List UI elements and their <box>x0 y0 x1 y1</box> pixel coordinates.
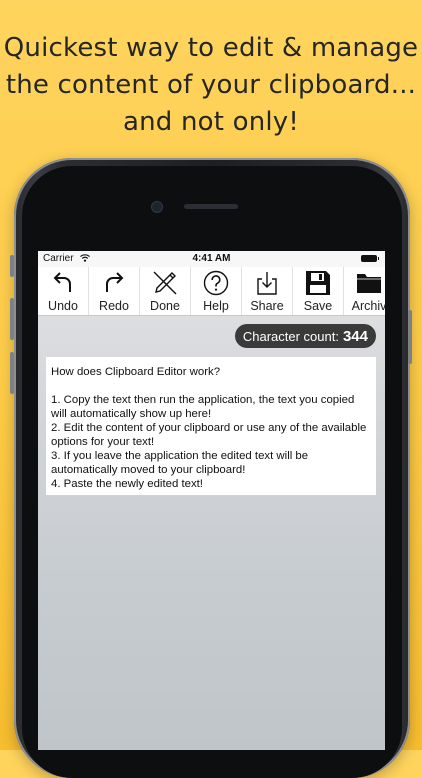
done-button[interactable]: Done <box>140 267 191 315</box>
character-count-label: Character count: <box>242 328 339 344</box>
help-button[interactable]: Help <box>191 267 242 315</box>
character-count-value: 344 <box>342 327 368 345</box>
undo-button[interactable]: Undo <box>38 267 89 315</box>
headline: Quickest way to edit & manage the conten… <box>0 30 422 141</box>
editor-line: 3. If you leave the application the edit… <box>51 450 312 476</box>
volume-up-button <box>10 298 14 340</box>
editor-line: 2. Edit the content of your clipboard or… <box>51 422 370 448</box>
undo-label: Undo <box>48 299 78 313</box>
save-button[interactable]: Save <box>293 267 344 315</box>
headline-line-1: Quickest way to edit & manage <box>3 33 419 63</box>
pencil-crossed-icon <box>153 271 177 295</box>
editor-line: 1. Copy the text then run the applicatio… <box>51 394 358 420</box>
help-icon <box>203 270 229 296</box>
app-screen: Carrier 4:41 AM Undo Redo Done Help Shar… <box>38 251 385 750</box>
editor-line: 4. Paste the newly edited text! <box>51 478 203 490</box>
save-label: Save <box>303 299 333 313</box>
archive-button[interactable]: Archiv <box>344 267 385 315</box>
share-icon <box>257 272 277 295</box>
redo-button[interactable]: Redo <box>89 267 140 315</box>
mute-switch <box>10 255 14 277</box>
text-editor[interactable]: How does Clipboard Editor work? 1. Copy … <box>46 357 376 495</box>
redo-label: Redo <box>99 299 129 313</box>
front-camera <box>151 201 163 213</box>
editor-line <box>51 379 371 393</box>
toolbar: Undo Redo Done Help Share Save Archiv <box>38 267 385 316</box>
folder-icon <box>357 274 381 293</box>
share-button[interactable]: Share <box>242 267 293 315</box>
floppy-disk-icon <box>306 271 330 295</box>
archive-label: Archiv <box>351 299 385 313</box>
redo-icon <box>106 272 124 292</box>
done-label: Done <box>150 299 180 313</box>
headline-line-3: and not only! <box>122 107 300 137</box>
character-count-badge: Character count: 344 <box>234 324 376 348</box>
earpiece-speaker <box>184 204 238 209</box>
help-label: Help <box>203 299 229 313</box>
undo-icon <box>53 272 71 292</box>
status-bar: Carrier 4:41 AM <box>38 251 385 267</box>
status-time: 4:41 AM <box>192 253 231 264</box>
volume-down-button <box>10 352 14 394</box>
battery-icon <box>361 255 379 262</box>
headline-line-2: the content of your clipboard... <box>5 70 417 100</box>
share-label: Share <box>250 299 284 313</box>
power-button <box>408 310 412 364</box>
editor-line: How does Clipboard Editor work? <box>51 366 221 378</box>
